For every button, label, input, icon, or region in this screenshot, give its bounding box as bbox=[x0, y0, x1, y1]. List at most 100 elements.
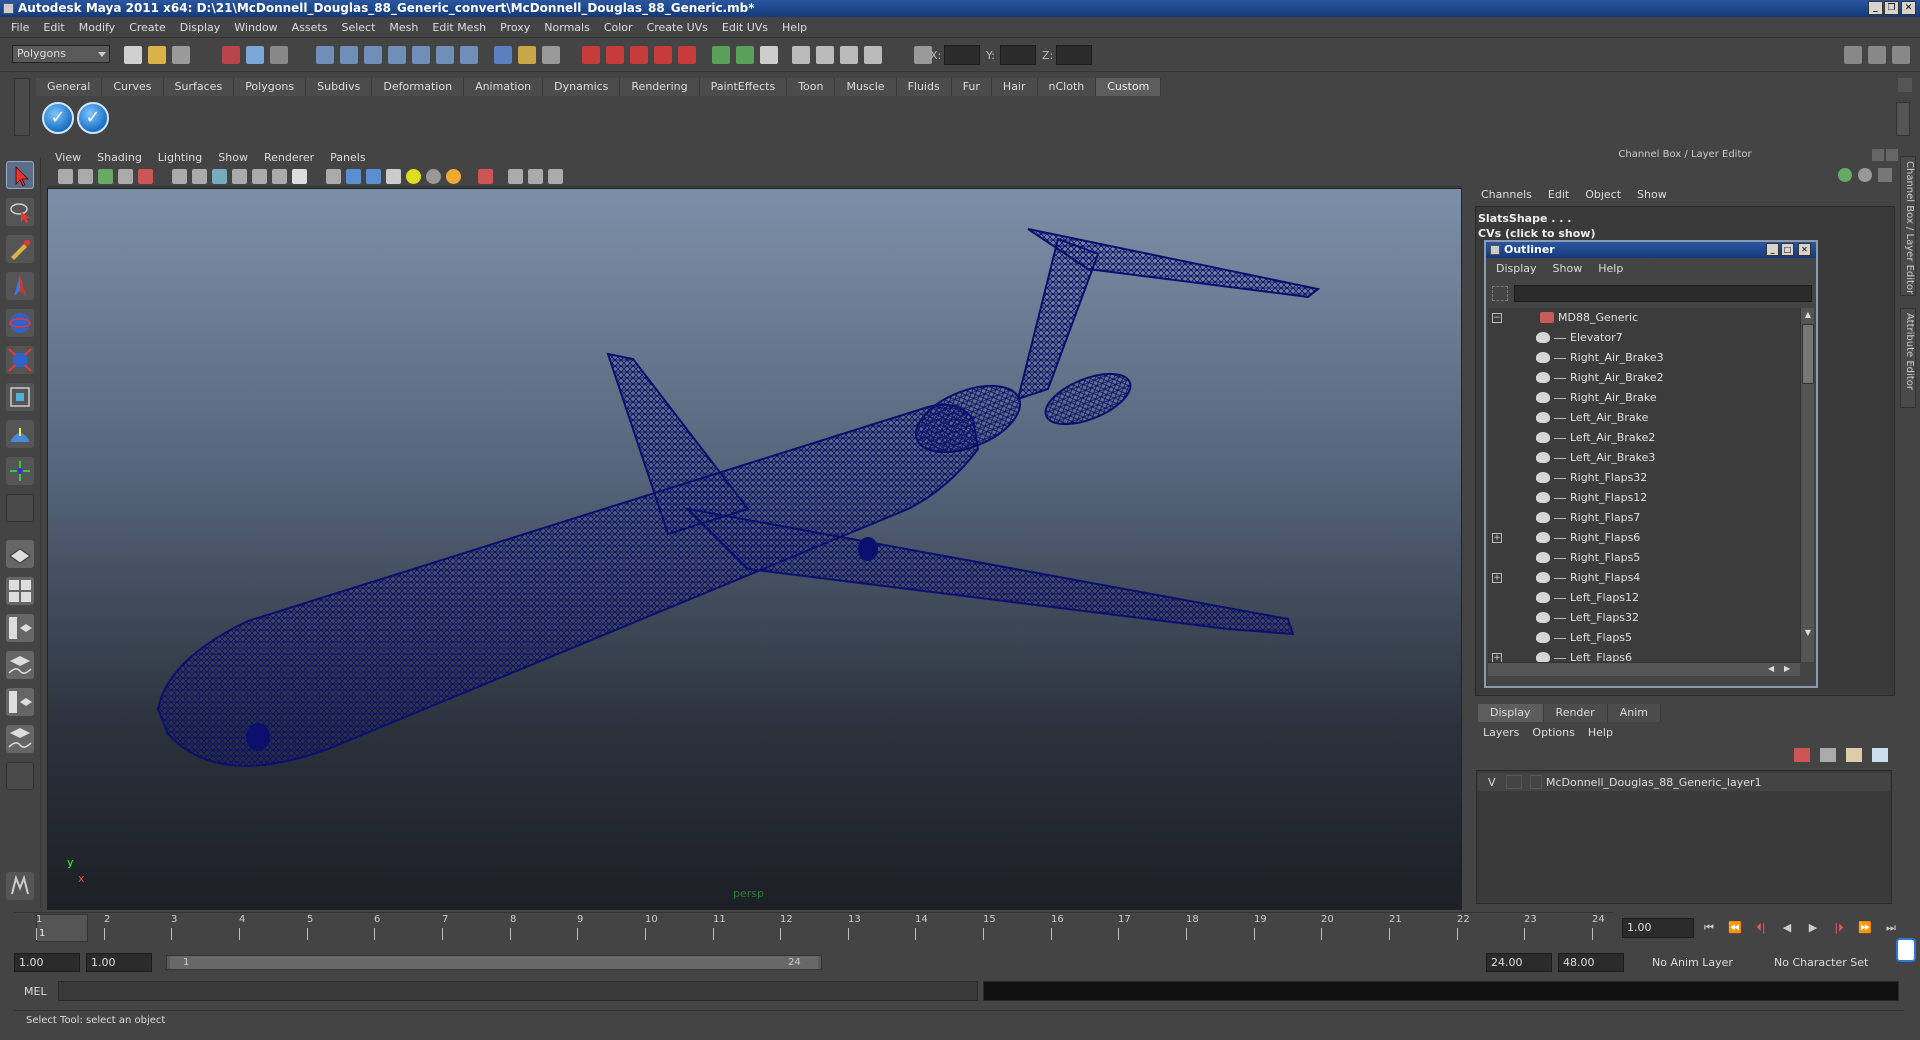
outliner-item[interactable]: + Left_Flaps6 bbox=[1488, 648, 1800, 662]
outliner-maximize-button[interactable]: □ bbox=[1781, 243, 1794, 256]
outliner-scroll-thumb[interactable] bbox=[1802, 324, 1814, 384]
menu-create-uvs[interactable]: Create UVs bbox=[640, 21, 715, 34]
show-tool-settings-icon[interactable] bbox=[1868, 46, 1886, 64]
snap-to-grid-icon[interactable] bbox=[316, 46, 334, 64]
layout-outliner-persp-icon[interactable] bbox=[6, 614, 34, 642]
range-slider-handle[interactable] bbox=[170, 956, 818, 969]
render-current-frame-icon[interactable] bbox=[582, 46, 600, 64]
lock-icon[interactable] bbox=[518, 46, 536, 64]
xray-icon[interactable] bbox=[508, 169, 523, 184]
layer-visibility-toggle[interactable]: V bbox=[1488, 776, 1496, 789]
show-attribute-editor-icon[interactable] bbox=[1844, 46, 1862, 64]
outliner-item[interactable]: + Right_Flaps6 bbox=[1488, 528, 1800, 548]
character-set-dropdown[interactable]: No Character Set bbox=[1770, 953, 1880, 972]
outliner-item[interactable]: Right_Flaps5 bbox=[1488, 548, 1800, 568]
outliner-close-button[interactable]: ✕ bbox=[1798, 243, 1811, 256]
outliner-item[interactable]: Right_Air_Brake2 bbox=[1488, 368, 1800, 388]
script-language-toggle[interactable]: MEL bbox=[24, 985, 47, 998]
select-by-hierarchy-icon[interactable] bbox=[222, 46, 240, 64]
animation-end-input[interactable]: 48.00 bbox=[1558, 953, 1624, 972]
perspective-viewport[interactable] bbox=[47, 188, 1462, 910]
menu-set-dropdown[interactable]: Polygons bbox=[12, 45, 110, 63]
shelf-menu-handle[interactable] bbox=[14, 78, 30, 136]
shadows-icon[interactable] bbox=[426, 169, 441, 184]
save-scene-icon[interactable] bbox=[172, 46, 190, 64]
outliner-item[interactable]: Right_Flaps32 bbox=[1488, 468, 1800, 488]
lasso-tool-icon[interactable] bbox=[6, 198, 34, 226]
menu-display[interactable]: Display bbox=[173, 21, 228, 34]
layer-tab-anim[interactable]: Anim bbox=[1607, 704, 1661, 722]
viewport-menu-shading[interactable]: Shading bbox=[89, 151, 150, 164]
show-channel-box-icon[interactable] bbox=[1892, 46, 1910, 64]
selection-highlight-icon[interactable] bbox=[542, 46, 560, 64]
use-all-lights-icon[interactable] bbox=[406, 169, 421, 184]
menu-file[interactable]: File bbox=[4, 21, 36, 34]
shelf-checkmark-button-1[interactable]: ✓ bbox=[42, 102, 74, 134]
expand-toggle[interactable]: + bbox=[1492, 573, 1502, 583]
scroll-down-icon[interactable]: ▼ bbox=[1803, 628, 1813, 638]
show-manipulator-icon[interactable] bbox=[6, 457, 34, 485]
scale-tool-icon[interactable] bbox=[6, 346, 34, 374]
expand-toggle[interactable]: − bbox=[1492, 313, 1502, 323]
tab-curves[interactable]: Curves bbox=[102, 78, 164, 96]
go-to-end-button[interactable]: ⏭ bbox=[1882, 920, 1900, 936]
layout-persp-graph-icon[interactable] bbox=[6, 651, 34, 679]
tab-rendering[interactable]: Rendering bbox=[620, 78, 700, 96]
outliner-vertical-scrollbar[interactable]: ▲ ▼ bbox=[1800, 308, 1814, 662]
wireframe-on-shaded-icon[interactable] bbox=[366, 169, 381, 184]
camera-attributes-icon[interactable] bbox=[78, 169, 93, 184]
layer-options-menu[interactable]: Options bbox=[1527, 726, 1582, 742]
layer-color-swatch[interactable] bbox=[1530, 775, 1542, 789]
snap-to-view-plane-icon[interactable] bbox=[388, 46, 406, 64]
history-icon[interactable] bbox=[436, 46, 454, 64]
tab-polygons[interactable]: Polygons bbox=[234, 78, 307, 96]
viewport-menu-show[interactable]: Show bbox=[210, 151, 256, 164]
tab-general[interactable]: General bbox=[36, 78, 103, 96]
outliner-menu-show[interactable]: Show bbox=[1545, 262, 1591, 278]
tab-ncloth[interactable]: nCloth bbox=[1037, 78, 1097, 96]
camera-attributes-icon[interactable] bbox=[816, 46, 834, 64]
open-scene-icon[interactable] bbox=[148, 46, 166, 64]
image-plane-icon[interactable] bbox=[864, 46, 882, 64]
selected-object-name[interactable]: SlatsShape . . . bbox=[1478, 212, 1571, 225]
cvs-toggle[interactable]: CVs (click to show) bbox=[1478, 227, 1596, 240]
x-input[interactable] bbox=[944, 45, 980, 65]
new-layer-from-selection-icon[interactable] bbox=[1794, 748, 1810, 762]
soft-modification-icon[interactable] bbox=[6, 420, 34, 448]
shelf-scroll[interactable] bbox=[1896, 102, 1910, 136]
menu-create[interactable]: Create bbox=[122, 21, 173, 34]
channel-edit-menu[interactable]: Edit bbox=[1542, 188, 1579, 204]
backface-culling-icon[interactable] bbox=[548, 169, 563, 184]
tab-surfaces[interactable]: Surfaces bbox=[163, 78, 235, 96]
shelf-trash-icon[interactable] bbox=[1898, 78, 1912, 92]
channel-hyper-icon[interactable] bbox=[1878, 168, 1892, 182]
menu-color[interactable]: Color bbox=[597, 21, 640, 34]
outliner-horizontal-scrollbar[interactable]: ◀ ▶ bbox=[1488, 662, 1800, 676]
float-panel-icon[interactable] bbox=[1872, 149, 1884, 161]
minimize-button[interactable]: _ bbox=[1868, 1, 1883, 15]
layer-name[interactable]: McDonnell_Douglas_88_Generic_layer1 bbox=[1546, 776, 1762, 789]
universal-manipulator-icon[interactable] bbox=[6, 383, 34, 411]
snap-to-point-icon[interactable] bbox=[364, 46, 382, 64]
outliner-item[interactable]: Right_Air_Brake3 bbox=[1488, 348, 1800, 368]
textured-icon[interactable] bbox=[386, 169, 401, 184]
step-back-key-button[interactable]: ⏪ bbox=[1726, 920, 1744, 936]
tab-attribute-editor[interactable]: Attribute Editor bbox=[1900, 308, 1916, 408]
menu-window[interactable]: Window bbox=[227, 21, 284, 34]
make-live-icon[interactable] bbox=[412, 46, 430, 64]
2d-pan-zoom-icon[interactable] bbox=[138, 169, 153, 184]
help-icon[interactable] bbox=[494, 46, 512, 64]
image-plane-icon[interactable] bbox=[118, 169, 133, 184]
new-scene-icon[interactable] bbox=[124, 46, 142, 64]
go-to-start-button[interactable]: ⏮ bbox=[1700, 920, 1718, 936]
step-forward-frame-button[interactable]: |⏵ bbox=[1830, 920, 1848, 936]
render-view-icon[interactable] bbox=[678, 46, 696, 64]
scroll-left-icon[interactable]: ◀ bbox=[1768, 664, 1778, 674]
outliner-filter-icon[interactable] bbox=[1492, 286, 1508, 301]
tab-hair[interactable]: Hair bbox=[991, 78, 1038, 96]
rotate-tool-icon[interactable] bbox=[6, 309, 34, 337]
input-field-mode-icon[interactable] bbox=[712, 46, 730, 64]
layer-tab-display[interactable]: Display bbox=[1478, 704, 1544, 722]
step-back-frame-button[interactable]: ⏴| bbox=[1752, 920, 1770, 936]
outliner-item[interactable]: Elevator7 bbox=[1488, 328, 1800, 348]
